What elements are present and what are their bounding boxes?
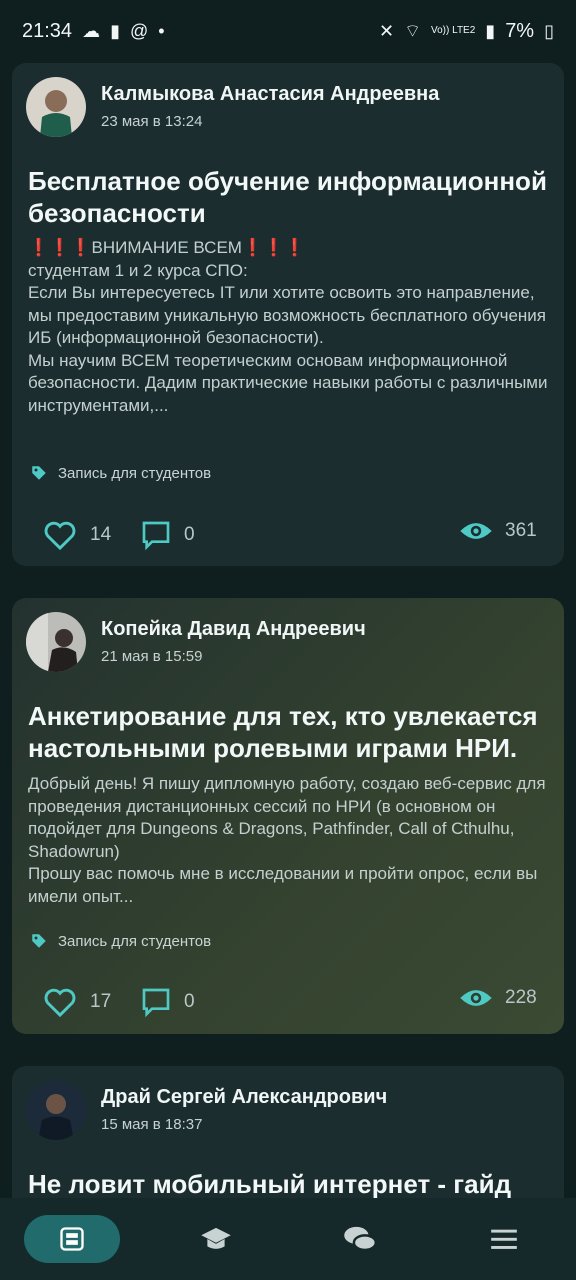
bottom-navigation: [0, 1198, 576, 1280]
comment-count: 0: [184, 524, 195, 545]
views-stat: 228: [459, 986, 537, 1010]
views-stat: 361: [459, 519, 537, 543]
post-body[interactable]: ❗❗❗ВНИМАНИЕ ВСЕМ❗❗❗ студентам 1 и 2 курс…: [28, 237, 548, 417]
comment-button[interactable]: 0: [140, 519, 195, 551]
post-body[interactable]: Добрый день! Я пишу дипломную работу, со…: [28, 773, 548, 908]
post-author[interactable]: Калмыкова Анастасия Андреевна: [101, 83, 439, 106]
comment-count: 0: [184, 991, 195, 1012]
chat-icon: [344, 1226, 377, 1252]
post-tag-label: Запись для студентов: [58, 932, 212, 950]
like-count: 17: [90, 991, 112, 1012]
post-card[interactable]: Копейка Давид Андреевич 21 мая в 15:59 А…: [12, 598, 564, 1034]
status-bar: 21:34 ☁ ▮ @ • ✕ ⌔ Vo)) LTE2 ▮ 7% ▯: [0, 0, 576, 62]
battery-alert-icon: ▮: [110, 21, 120, 41]
views-count: 228: [505, 987, 537, 1008]
post-date: 15 мая в 18:37: [101, 1116, 203, 1133]
avatar[interactable]: [26, 77, 86, 137]
avatar[interactable]: [26, 612, 86, 672]
status-time: 21:34: [22, 19, 73, 42]
tag-icon: [32, 466, 46, 480]
avatar[interactable]: [26, 1080, 86, 1140]
post-author[interactable]: Копейка Давид Андреевич: [101, 618, 366, 641]
nav-news[interactable]: [24, 1215, 120, 1263]
dot-icon: •: [158, 21, 165, 41]
tag-icon: [32, 934, 46, 948]
post-card[interactable]: Калмыкова Анастасия Андреевна 23 мая в 1…: [12, 63, 564, 566]
at-icon: @: [129, 21, 149, 41]
battery-percent: 7%: [505, 19, 535, 42]
eye-icon: [460, 523, 492, 539]
heart-icon: [44, 521, 76, 551]
nav-chat[interactable]: [312, 1215, 408, 1263]
like-button[interactable]: 14: [42, 519, 111, 551]
post-tag-label: Запись для студентов: [58, 464, 212, 482]
wifi-icon: ⌔: [404, 21, 421, 41]
post-card[interactable]: Драй Сергей Александрович 15 мая в 18:37…: [12, 1066, 564, 1198]
mute-icon: ✕: [378, 21, 395, 41]
network-label: Vo)) LTE2: [431, 25, 476, 36]
cloud-icon: ☁: [82, 21, 101, 41]
post-tag[interactable]: Запись для студентов: [30, 464, 211, 482]
heart-icon: [44, 988, 76, 1018]
status-left: 21:34 ☁ ▮ @ •: [22, 20, 165, 43]
post-title[interactable]: Анкетирование для тех, кто увлекается на…: [28, 700, 548, 764]
signal-icon: ▮: [485, 21, 496, 41]
battery-icon: ▯: [544, 21, 554, 41]
post-title[interactable]: Не ловит мобильный интернет - гайд: [28, 1168, 548, 1198]
nav-menu[interactable]: [456, 1215, 552, 1263]
comment-icon: [142, 988, 170, 1018]
post-tag[interactable]: Запись для студентов: [30, 932, 211, 950]
comment-button[interactable]: 0: [140, 986, 195, 1018]
post-date: 23 мая в 13:24: [101, 113, 203, 130]
nav-education[interactable]: [168, 1215, 264, 1263]
views-count: 361: [505, 520, 537, 541]
like-button[interactable]: 17: [42, 986, 111, 1018]
eye-icon: [460, 990, 492, 1006]
like-count: 14: [90, 524, 112, 545]
menu-icon: [491, 1229, 517, 1249]
status-right: ✕ ⌔ Vo)) LTE2 ▮ 7% ▯: [379, 20, 554, 43]
comment-icon: [142, 521, 170, 551]
education-icon: [201, 1227, 231, 1249]
post-author[interactable]: Драй Сергей Александрович: [101, 1086, 387, 1109]
news-icon: [60, 1227, 84, 1251]
post-date: 21 мая в 15:59: [101, 648, 203, 665]
post-title[interactable]: Бесплатное обучение информационной безоп…: [28, 165, 548, 229]
